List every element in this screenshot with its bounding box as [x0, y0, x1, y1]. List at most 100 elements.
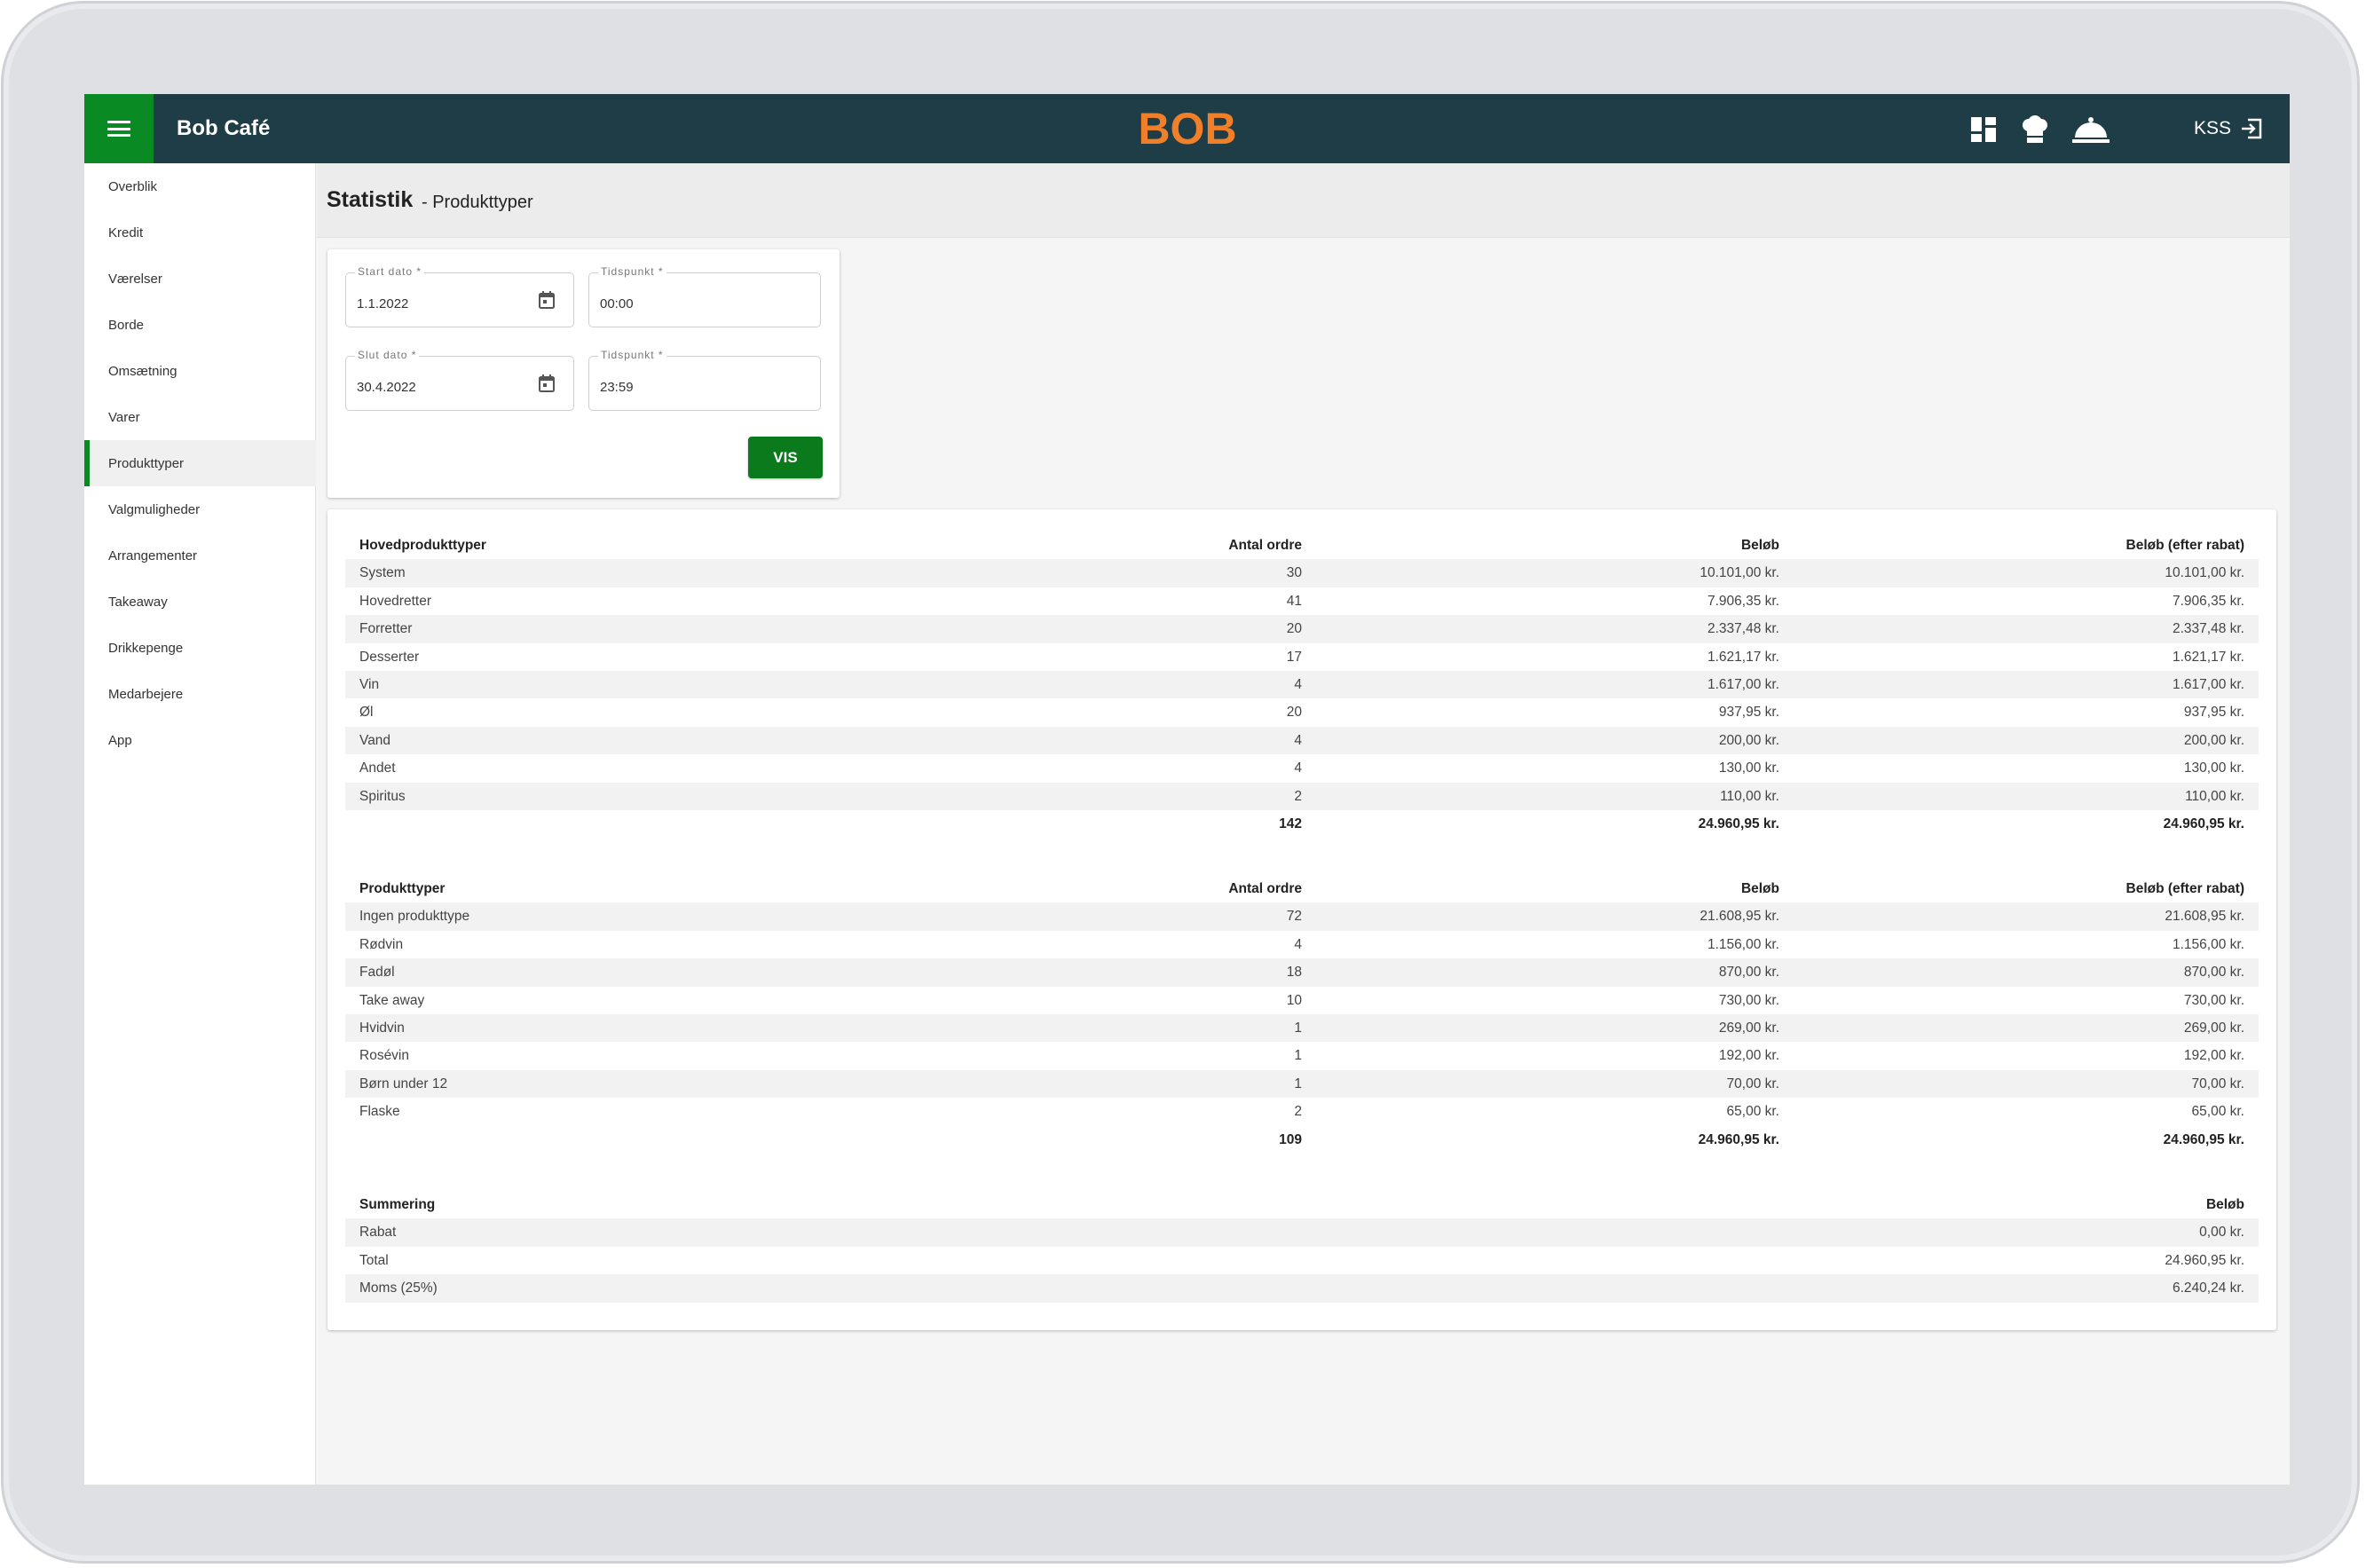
table-row: Flaske 2 65,00 kr. 65,00 kr.	[345, 1098, 2259, 1125]
sidebar-item-drikkepenge[interactable]: Drikkepenge	[84, 625, 316, 671]
table-cell: Rabat	[359, 1225, 397, 1241]
table-cell: Desserter	[359, 649, 420, 665]
table-header-row: Summering Beløb	[345, 1191, 2259, 1218]
chef-hat-icon[interactable]	[2017, 112, 2053, 147]
table-cell: 192,00 kr.	[1718, 1048, 1779, 1064]
table-cell: Vand	[359, 732, 391, 748]
table-cell: 200,00 kr.	[1718, 732, 1779, 748]
table-row: System 30 10.101,00 kr. 10.101,00 kr.	[345, 559, 2259, 587]
tablet-frame: Bob Café BOB KSS Overblik Kredit Værelse…	[4, 4, 2357, 1561]
table-cell: 4	[1294, 936, 1302, 952]
table-cell: 730,00 kr.	[2183, 992, 2244, 1008]
header-cell: Antal ordre	[1228, 538, 1302, 553]
table-cell: 10	[1286, 992, 1302, 1008]
table-cell: 7.906,35 kr.	[1707, 593, 1779, 609]
date-filter-card: Start dato * 1.1.2022 Tidspunkt * 00:00 …	[327, 249, 840, 498]
header-cell: Summering	[359, 1197, 436, 1212]
table-cell: 1	[1294, 1048, 1302, 1064]
table-cell: 20	[1286, 705, 1302, 721]
start-time-field[interactable]: Tidspunkt * 00:00	[588, 265, 821, 327]
cloche-icon[interactable]	[2069, 112, 2113, 147]
header-cell: Hovedprodukttyper	[359, 538, 486, 553]
sidebar-item-omsaetning[interactable]: Omsætning	[84, 348, 316, 394]
sidebar-item-overblik[interactable]: Overblik	[84, 163, 316, 209]
app-screen: Bob Café BOB KSS Overblik Kredit Værelse…	[84, 94, 2290, 1485]
table-row: Børn under 12 1 70,00 kr. 70,00 kr.	[345, 1069, 2259, 1099]
sidebar-item-varer[interactable]: Varer	[84, 394, 316, 440]
sidebar-item-medarbejere[interactable]: Medarbejere	[84, 671, 316, 717]
table-cell: 7.906,35 kr.	[2172, 593, 2244, 609]
total-cell: 24.960,95 kr.	[2163, 1131, 2244, 1147]
page-title: Statistik	[327, 187, 414, 212]
table-row: Take away 10 730,00 kr. 730,00 kr.	[345, 987, 2259, 1014]
table-cell: 20	[1286, 621, 1302, 637]
total-cell: 24.960,95 kr.	[1698, 816, 1779, 831]
sidebar-item-vaerelser[interactable]: Værelser	[84, 256, 316, 302]
table-row: Vand 4 200,00 kr. 200,00 kr.	[345, 726, 2259, 755]
table-row: Total 24.960,95 kr.	[345, 1247, 2259, 1274]
start-date-field[interactable]: Start dato * 1.1.2022	[345, 265, 574, 327]
table-cell: 21.608,95 kr.	[1700, 909, 1779, 925]
table-cell: Hvidvin	[359, 1020, 405, 1036]
sidebar-item-takeaway[interactable]: Takeaway	[84, 579, 316, 625]
table-cell: 41	[1286, 593, 1302, 609]
calendar-icon[interactable]	[538, 290, 556, 310]
table-cell: 269,00 kr.	[1718, 1020, 1779, 1036]
table-row: Desserter 17 1.621,17 kr. 1.621,17 kr.	[345, 643, 2259, 671]
header-cell: Beløb (efter rabat)	[2125, 881, 2245, 896]
vis-button[interactable]: VIS	[748, 437, 823, 478]
table-cell: 0,00 kr.	[2199, 1225, 2244, 1241]
table-cell: 70,00 kr.	[1726, 1076, 1779, 1091]
table-cell: Flaske	[359, 1104, 400, 1120]
logout-icon[interactable]	[2240, 117, 2263, 140]
table-row: Forretter 20 2.337,48 kr. 2.337,48 kr.	[345, 615, 2259, 643]
end-date-field[interactable]: Slut dato * 30.4.2022	[345, 349, 574, 411]
dashboard-icon[interactable]	[1966, 112, 2001, 147]
table-cell: 4	[1294, 732, 1302, 748]
table-row: Moms (25%) 6.240,24 kr.	[345, 1274, 2259, 1303]
table-cell: 1.621,17 kr.	[2172, 649, 2244, 665]
table-cell: 18	[1286, 965, 1302, 981]
table-cell: 1	[1294, 1020, 1302, 1036]
table-cell: 1.621,17 kr.	[1707, 649, 1779, 665]
header-cell: Antal ordre	[1228, 881, 1302, 896]
table-row: Andet 4 130,00 kr. 130,00 kr.	[345, 754, 2259, 782]
table-cell: 30	[1286, 565, 1302, 581]
sidebar-item-kredit[interactable]: Kredit	[84, 209, 316, 256]
table-cell: 4	[1294, 676, 1302, 692]
table-cell: 4	[1294, 760, 1302, 776]
page-header: Statistik - Produkttyper	[317, 163, 2290, 238]
table-cell: 65,00 kr.	[2191, 1104, 2244, 1120]
end-time-field[interactable]: Tidspunkt * 23:59	[588, 349, 821, 411]
header-cell: Beløb	[1740, 881, 1779, 896]
table-cell: Vin	[359, 676, 380, 692]
table-cell: 269,00 kr.	[2183, 1020, 2244, 1036]
table-cell: 21.608,95 kr.	[2165, 909, 2244, 925]
table-cell: 730,00 kr.	[1718, 992, 1779, 1008]
table-cell: 130,00 kr.	[1718, 760, 1779, 776]
user-menu[interactable]: KSS	[2194, 94, 2263, 163]
sidebar-item-produkttyper[interactable]: Produkttyper	[84, 440, 316, 486]
table-cell: 1.617,00 kr.	[2172, 676, 2244, 692]
table-cell: 10.101,00 kr.	[1700, 565, 1779, 581]
table-cell: Take away	[359, 992, 425, 1008]
table-cell: 192,00 kr.	[2183, 1048, 2244, 1064]
sidebar-item-valgmuligheder[interactable]: Valgmuligheder	[84, 486, 316, 532]
table-row: Hovedretter 41 7.906,35 kr. 7.906,35 kr.	[345, 587, 2259, 615]
page-subtitle: - Produkttyper	[422, 193, 533, 212]
table-cell: Moms (25%)	[359, 1280, 438, 1296]
sidebar-item-arrangementer[interactable]: Arrangementer	[84, 532, 316, 579]
table-cell: 72	[1286, 909, 1302, 925]
table-cell: 70,00 kr.	[2191, 1076, 2244, 1091]
sidebar-item-borde[interactable]: Borde	[84, 302, 316, 348]
menu-button[interactable]	[84, 94, 154, 163]
table-cell: 130,00 kr.	[2183, 760, 2244, 776]
table-header-row: Produkttyper Antal ordre Beløb Beløb (ef…	[345, 875, 2259, 902]
sidebar-item-app[interactable]: App	[84, 717, 316, 763]
calendar-icon[interactable]	[538, 374, 556, 393]
table-cell: Ingen produkttype	[359, 909, 470, 925]
statistics-card: Hovedprodukttyper Antal ordre Beløb Belø…	[327, 509, 2276, 1330]
table-cell: 65,00 kr.	[1726, 1104, 1779, 1120]
end-time-value: 23:59	[600, 380, 634, 395]
table-cell: Total	[359, 1252, 389, 1268]
